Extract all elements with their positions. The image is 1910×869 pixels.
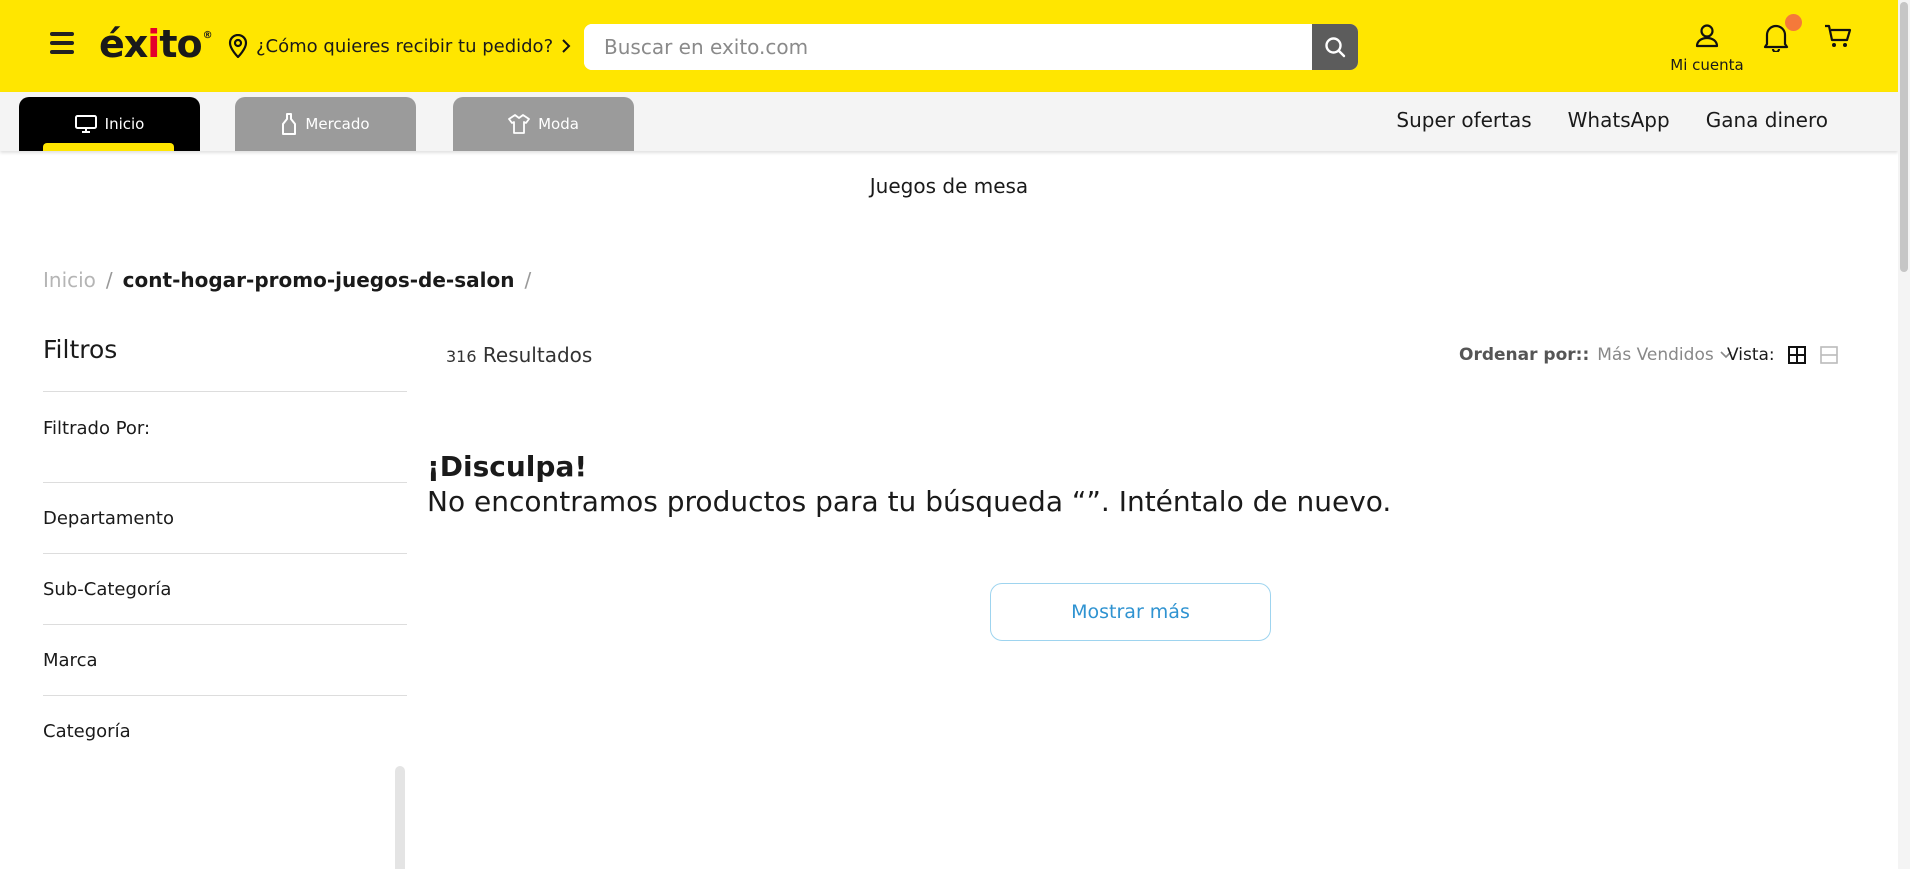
sort-label: Ordenar por:: <box>1459 345 1590 365</box>
breadcrumb-home[interactable]: Inicio <box>43 268 96 292</box>
shirt-icon <box>508 114 530 134</box>
tab-label: Inicio <box>104 115 145 133</box>
active-tab-indicator <box>43 143 174 151</box>
search-icon <box>1325 37 1346 58</box>
cart-icon <box>1825 24 1852 47</box>
list-view-button[interactable] <box>1819 345 1839 365</box>
filtered-by-label: Filtrado Por: <box>43 392 407 483</box>
tab-mercado[interactable]: Mercado <box>235 97 416 151</box>
monitor-icon <box>74 115 97 133</box>
search-button[interactable] <box>1312 24 1358 70</box>
sort-control: Ordenar por:: Más Vendidos <box>1459 345 1732 365</box>
empty-message: No encontramos productos para tu búsqued… <box>427 485 1392 518</box>
grid-view-button[interactable] <box>1787 345 1807 365</box>
bottle-icon <box>282 113 297 135</box>
results-count: 316 Resultados <box>446 343 592 367</box>
tab-moda[interactable]: Moda <box>453 97 634 151</box>
filter-categoria[interactable]: Categoría <box>43 696 407 767</box>
delivery-selector[interactable]: ¿Cómo quieres recibir tu pedido? <box>228 32 571 60</box>
top-header: éxito® ¿Cómo quieres recibir tu pedido? … <box>0 0 1898 92</box>
sort-dropdown[interactable]: Más Vendidos <box>1597 345 1732 365</box>
results-number: 316 <box>446 347 477 366</box>
list-icon <box>1819 346 1838 364</box>
scrollbar-thumb[interactable] <box>1900 2 1908 272</box>
location-pin-icon <box>228 34 248 58</box>
grid-icon <box>1787 346 1806 364</box>
view-label: Vista: <box>1727 345 1775 365</box>
breadcrumb-separator: / <box>524 268 532 292</box>
breadcrumb-separator: / <box>105 268 113 292</box>
nav-links: Super ofertas WhatsApp Gana dinero <box>1396 108 1828 132</box>
account-label: Mi cuenta <box>1670 56 1744 74</box>
nav-link-super-ofertas[interactable]: Super ofertas <box>1396 108 1531 132</box>
menu-icon[interactable] <box>50 32 74 54</box>
filters-title: Filtros <box>43 335 407 392</box>
filters-panel: Filtros Filtrado Por: Departamento Sub-C… <box>43 335 407 767</box>
delivery-prompt: ¿Cómo quieres recibir tu pedido? <box>256 35 554 57</box>
account-button[interactable]: Mi cuenta <box>1667 22 1747 74</box>
chevron-right-icon <box>562 39 571 53</box>
filter-sub-categoria[interactable]: Sub-Categoría <box>43 554 407 625</box>
filters-scrollbar[interactable] <box>395 766 405 869</box>
empty-title: ¡Disculpa! <box>427 450 588 483</box>
breadcrumb: Inicio / cont-hogar-promo-juegos-de-salo… <box>43 268 531 292</box>
search-input[interactable] <box>584 24 1312 70</box>
exito-logo[interactable]: éxito® <box>99 22 213 66</box>
tab-label: Mercado <box>305 115 370 133</box>
page-title: Juegos de mesa <box>869 174 1029 198</box>
tab-label: Moda <box>538 115 579 133</box>
results-label: Resultados <box>482 343 593 367</box>
notifications-button[interactable] <box>1762 14 1802 56</box>
nav-link-whatsapp[interactable]: WhatsApp <box>1568 108 1670 132</box>
view-toggle: Vista: <box>1727 345 1839 365</box>
nav-link-gana-dinero[interactable]: Gana dinero <box>1706 108 1828 132</box>
sort-value: Más Vendidos <box>1597 345 1714 365</box>
empty-results-message: ¡Disculpa! No encontramos productos para… <box>427 450 1391 518</box>
search-bar <box>584 24 1358 70</box>
page-scrollbar[interactable] <box>1898 0 1910 869</box>
tab-inicio[interactable]: Inicio <box>19 97 200 151</box>
filter-marca[interactable]: Marca <box>43 625 407 696</box>
filter-departamento[interactable]: Departamento <box>43 483 407 554</box>
show-more-button[interactable]: Mostrar más <box>990 583 1271 641</box>
user-icon <box>1695 24 1719 48</box>
breadcrumb-current[interactable]: cont-hogar-promo-juegos-de-salon <box>123 268 515 292</box>
category-nav: Inicio Mercado Moda Super ofertas WhatsA… <box>0 92 1898 151</box>
cart-button[interactable] <box>1824 24 1852 54</box>
notification-badge <box>1785 14 1802 31</box>
